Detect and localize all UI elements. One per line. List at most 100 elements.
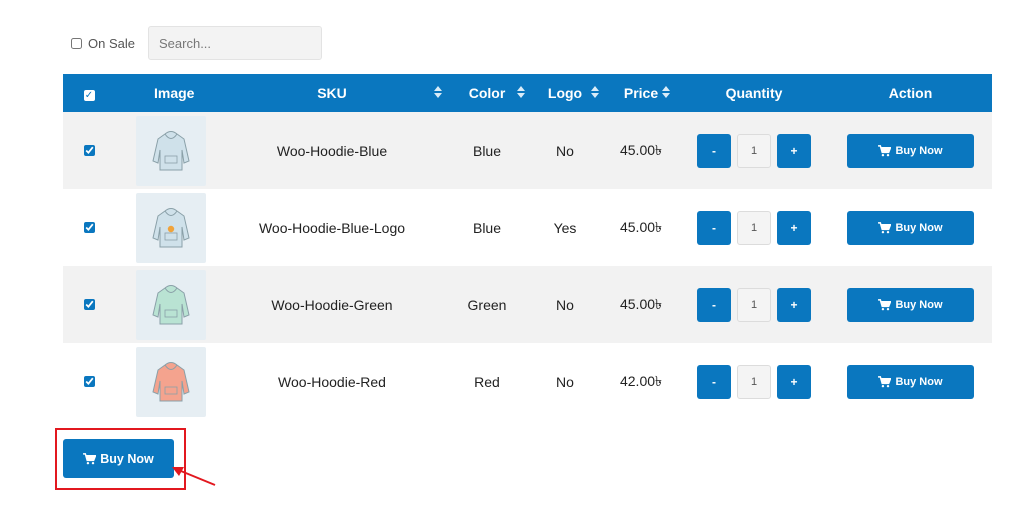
header-sku[interactable]: SKU bbox=[217, 74, 447, 112]
header-quantity: Quantity bbox=[725, 85, 783, 101]
row-checkbox[interactable] bbox=[83, 375, 95, 387]
on-sale-filter[interactable]: On Sale bbox=[71, 36, 135, 51]
quantity-decrease-button[interactable]: - bbox=[697, 287, 731, 322]
quantity-stepper: - 1 + bbox=[679, 287, 829, 322]
pointer-arrow-icon bbox=[172, 467, 216, 486]
color-cell: Blue bbox=[472, 219, 502, 236]
sku-cell: Woo-Hoodie-Blue-Logo bbox=[258, 219, 406, 236]
cart-icon bbox=[878, 221, 892, 233]
buy-now-button[interactable]: Buy Now bbox=[847, 133, 974, 168]
sort-arrows-icon[interactable] bbox=[662, 86, 670, 100]
cart-icon bbox=[878, 298, 892, 310]
sort-arrows-icon[interactable] bbox=[434, 86, 442, 100]
image-cell bbox=[121, 189, 217, 266]
search-input[interactable] bbox=[148, 26, 322, 60]
header-price-label: Price bbox=[623, 85, 659, 101]
product-image[interactable] bbox=[136, 346, 206, 417]
header-color-label: Color bbox=[468, 85, 506, 101]
table-row: Woo-Hoodie-Green Green No 45.00৳ - 1 + B… bbox=[63, 266, 992, 343]
row-select-cell bbox=[63, 343, 121, 420]
header-select-all[interactable]: ✓ bbox=[63, 74, 121, 112]
quantity-input[interactable]: 1 bbox=[737, 210, 771, 245]
quantity-increase-button[interactable]: + bbox=[777, 287, 811, 322]
quantity-stepper: - 1 + bbox=[679, 364, 829, 399]
buy-now-label: Buy Now bbox=[895, 375, 943, 388]
quantity-decrease-button[interactable]: - bbox=[697, 133, 731, 168]
cart-icon bbox=[83, 452, 97, 464]
sku-cell: Woo-Hoodie-Blue bbox=[276, 142, 388, 159]
quantity-decrease-button[interactable]: - bbox=[697, 364, 731, 399]
sort-arrows-icon[interactable] bbox=[591, 86, 599, 100]
sku-cell: Woo-Hoodie-Red bbox=[278, 373, 386, 390]
action-cell: Buy Now bbox=[829, 266, 992, 343]
product-table: ✓ Image SKU Color Logo Price Quantity Ac… bbox=[63, 74, 992, 420]
product-image[interactable] bbox=[136, 115, 206, 186]
on-sale-label: On Sale bbox=[88, 35, 135, 51]
image-cell bbox=[121, 266, 217, 343]
price-cell: 45.00৳ bbox=[619, 141, 662, 158]
price-cell: 45.00৳ bbox=[619, 295, 662, 312]
filter-bar: On Sale bbox=[71, 26, 322, 60]
action-cell: Buy Now bbox=[829, 189, 992, 266]
row-select-cell bbox=[63, 266, 121, 343]
quantity-cell: - 1 + bbox=[679, 112, 829, 189]
header-action: Action bbox=[888, 85, 933, 101]
image-cell bbox=[121, 343, 217, 420]
quantity-increase-button[interactable]: + bbox=[777, 364, 811, 399]
row-checkbox[interactable] bbox=[83, 144, 95, 156]
quantity-input[interactable]: 1 bbox=[737, 364, 771, 399]
hoodie-icon bbox=[152, 130, 190, 170]
product-image[interactable] bbox=[136, 192, 206, 263]
quantity-input[interactable]: 1 bbox=[737, 133, 771, 168]
table-row: Woo-Hoodie-Blue Blue No 45.00৳ - 1 + Buy… bbox=[63, 112, 992, 189]
sku-cell: Woo-Hoodie-Green bbox=[271, 296, 393, 313]
sort-arrows-icon[interactable] bbox=[517, 86, 525, 100]
on-sale-checkbox[interactable] bbox=[71, 37, 82, 49]
quantity-increase-button[interactable]: + bbox=[777, 210, 811, 245]
quantity-cell: - 1 + bbox=[679, 266, 829, 343]
buy-now-button[interactable]: Buy Now bbox=[847, 364, 974, 399]
image-cell bbox=[121, 112, 217, 189]
quantity-input[interactable]: 1 bbox=[737, 287, 771, 322]
price-cell: 42.00৳ bbox=[619, 372, 662, 389]
product-image[interactable] bbox=[136, 269, 206, 340]
color-cell: Red bbox=[474, 373, 500, 390]
quantity-increase-button[interactable]: + bbox=[777, 133, 811, 168]
table-row: Woo-Hoodie-Blue-Logo Blue Yes 45.00৳ - 1… bbox=[63, 189, 992, 266]
header-sku-label: SKU bbox=[317, 85, 347, 101]
header-color[interactable]: Color bbox=[447, 74, 527, 112]
logo-cell: No bbox=[556, 373, 574, 390]
hoodie-icon bbox=[152, 207, 190, 247]
buy-now-label: Buy Now bbox=[895, 144, 943, 157]
table-header-row: ✓ Image SKU Color Logo Price Quantity Ac… bbox=[63, 74, 992, 112]
buy-now-label: Buy Now bbox=[895, 298, 943, 311]
table-row: Woo-Hoodie-Red Red No 42.00৳ - 1 + Buy N… bbox=[63, 343, 992, 420]
header-image: Image bbox=[154, 85, 195, 101]
cart-icon bbox=[878, 375, 892, 387]
logo-cell: No bbox=[556, 142, 574, 159]
cart-icon bbox=[878, 144, 892, 156]
buy-now-label: Buy Now bbox=[895, 221, 943, 234]
header-price[interactable]: Price bbox=[603, 74, 679, 112]
buy-now-button[interactable]: Buy Now bbox=[847, 287, 974, 322]
row-checkbox[interactable] bbox=[83, 221, 95, 233]
row-select-cell bbox=[63, 112, 121, 189]
bulk-buy-now-button[interactable]: Buy Now bbox=[63, 439, 174, 478]
row-checkbox[interactable] bbox=[83, 298, 95, 310]
action-cell: Buy Now bbox=[829, 112, 992, 189]
bulk-buy-now-label: Buy Now bbox=[100, 451, 154, 466]
color-cell: Green bbox=[467, 296, 507, 313]
header-logo-label: Logo bbox=[547, 85, 583, 101]
header-logo[interactable]: Logo bbox=[527, 74, 603, 112]
quantity-stepper: - 1 + bbox=[679, 210, 829, 245]
color-cell: Blue bbox=[472, 142, 502, 159]
quantity-stepper: - 1 + bbox=[679, 133, 829, 168]
quantity-cell: - 1 + bbox=[679, 343, 829, 420]
select-all-checkbox[interactable]: ✓ bbox=[83, 90, 95, 101]
hoodie-icon bbox=[152, 361, 190, 401]
quantity-decrease-button[interactable]: - bbox=[697, 210, 731, 245]
quantity-cell: - 1 + bbox=[679, 189, 829, 266]
buy-now-button[interactable]: Buy Now bbox=[847, 210, 974, 245]
price-cell: 45.00৳ bbox=[619, 218, 662, 235]
logo-cell: Yes bbox=[553, 219, 577, 236]
